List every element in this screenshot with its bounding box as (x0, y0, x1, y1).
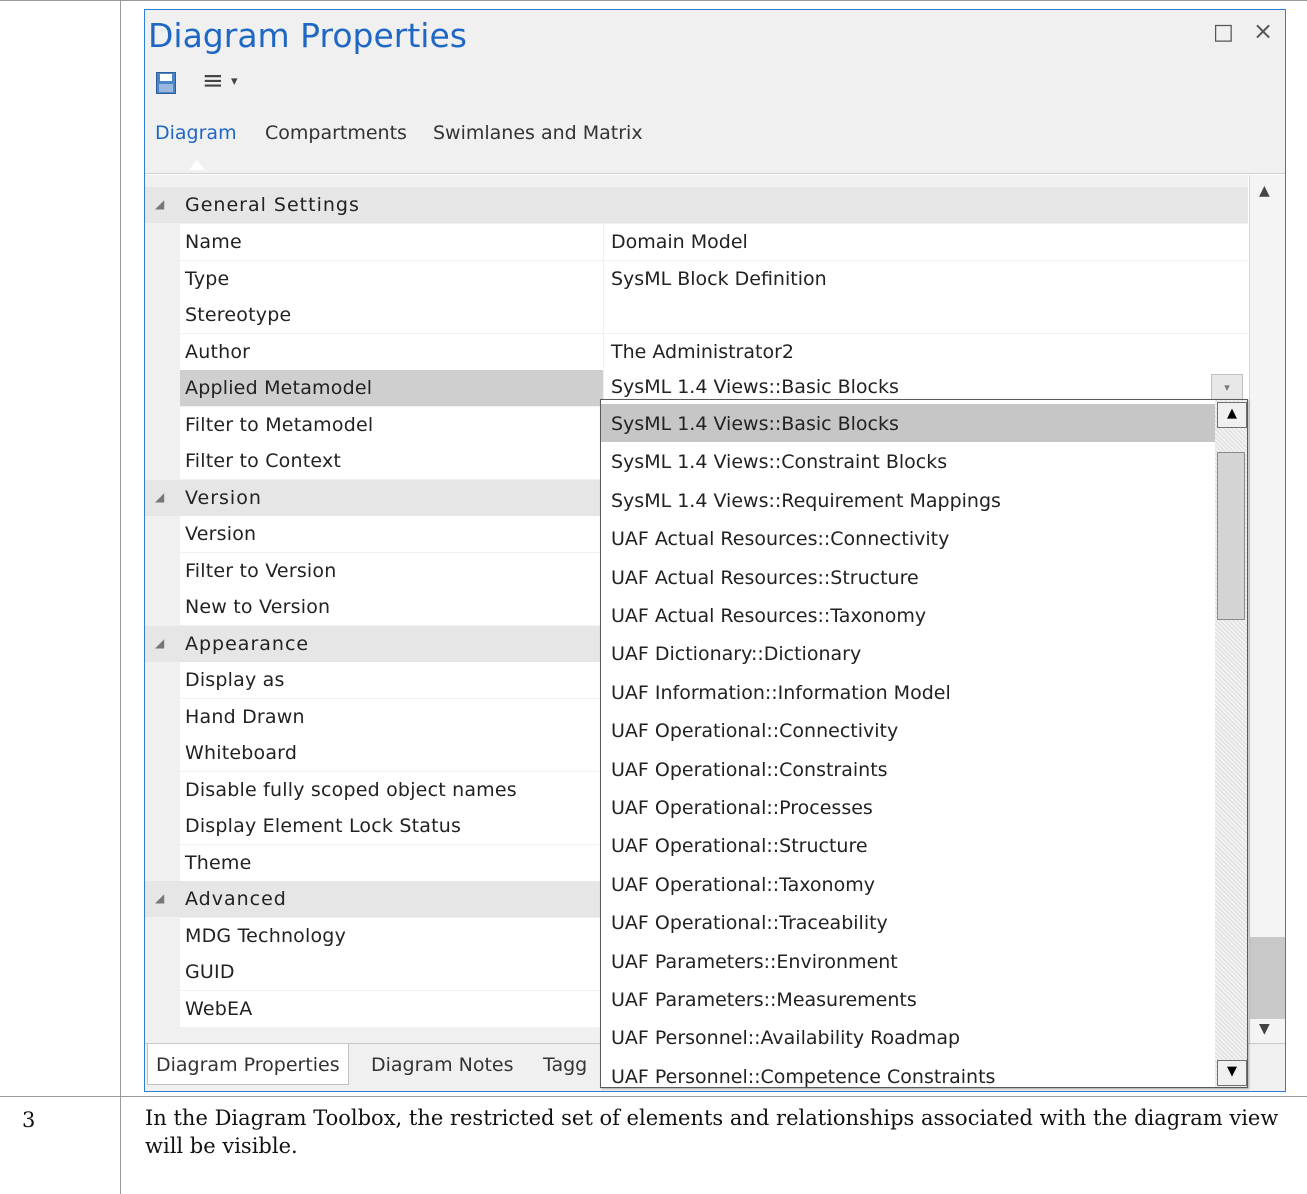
table-border-top (0, 0, 1307, 1)
dropdown-option-label: UAF Dictionary::Dictionary (611, 643, 862, 666)
prop-row-author[interactable]: Author The Administrator2 (145, 334, 1248, 370)
applied-metamodel-select[interactable]: SysML 1.4 Views::Basic Blocks (611, 376, 899, 398)
dropdown-option-label: UAF Operational::Traceability (611, 912, 888, 935)
dropdown-option[interactable]: UAF Parameters::Measurements (601, 980, 1215, 1018)
prop-row-type[interactable]: Type SysML Block Definition (145, 261, 1248, 297)
prop-row-stereotype[interactable]: Stereotype (145, 297, 1248, 333)
tab-swimlanes-matrix[interactable]: Swimlanes and Matrix (433, 122, 643, 144)
prop-value-name[interactable]: Domain Model (611, 231, 748, 253)
dropdown-option-label: UAF Personnel::Competence Constraints (611, 1065, 996, 1088)
dropdown-option-label: UAF Parameters::Measurements (611, 989, 917, 1011)
save-icon[interactable] (156, 72, 176, 94)
tab-diagram[interactable]: Diagram (155, 122, 237, 144)
prop-value-author[interactable]: The Administrator2 (611, 341, 794, 363)
dropdown-option[interactable]: SysML 1.4 Views::Requirement Mappings (601, 481, 1215, 519)
dropdown-option[interactable]: UAF Operational::Taxonomy (601, 865, 1215, 903)
maximize-icon[interactable]: □ (1213, 22, 1234, 44)
dropdown-option-label: UAF Personnel::Availability Roadmap (611, 1027, 961, 1050)
collapse-triangle-icon[interactable]: ◢ (155, 197, 164, 211)
dropdown-option-label: UAF Operational::Taxonomy (611, 873, 875, 896)
step-number: 3 (22, 1108, 36, 1132)
dropdown-option[interactable]: UAF Actual Resources::Taxonomy (601, 596, 1215, 634)
dropdown-option[interactable]: UAF Parameters::Environment (601, 942, 1215, 980)
dropdown-option-label: UAF Actual Resources::Structure (611, 566, 919, 589)
chevron-down-icon[interactable]: ▾ (231, 74, 238, 89)
dropdown-option[interactable]: UAF Operational::Connectivity (601, 711, 1215, 749)
scroll-thumb[interactable] (1217, 452, 1245, 620)
dropdown-option[interactable]: UAF Personnel::Availability Roadmap (601, 1018, 1215, 1056)
dropdown-option[interactable]: UAF Operational::Structure (601, 826, 1215, 864)
collapse-triangle-icon[interactable]: ◢ (155, 891, 164, 905)
dropdown-option-label: UAF Operational::Processes (611, 797, 873, 819)
collapse-triangle-icon[interactable]: ◢ (155, 636, 164, 650)
dropdown-option[interactable]: UAF Operational::Constraints (601, 750, 1215, 788)
dropdown-option-label: UAF Operational::Connectivity (611, 720, 899, 743)
dropdown-option-label: UAF Information::Information Model (611, 681, 951, 704)
dropdown-option[interactable]: UAF Actual Resources::Connectivity (601, 519, 1215, 557)
dropdown-option[interactable]: UAF Dictionary::Dictionary (601, 634, 1215, 672)
scroll-down-icon[interactable]: ▼ (1217, 1060, 1247, 1086)
dropdown-option-label: UAF Actual Resources::Taxonomy (611, 605, 927, 627)
active-tab-pointer (189, 160, 205, 170)
dropdown-option-label: UAF Parameters::Environment (611, 950, 898, 973)
step-description: In the Diagram Toolbox, the restricted s… (145, 1106, 1279, 1158)
dropdown-option[interactable]: SysML 1.4 Views::Constraint Blocks (601, 442, 1215, 480)
tab-diagram-notes[interactable]: Diagram Notes (363, 1044, 522, 1085)
grid-scrollbar[interactable]: ▲ ▼ (1249, 175, 1285, 1043)
dropdown-option-label: UAF Actual Resources::Connectivity (611, 528, 950, 551)
menu-icon[interactable]: ≡ (202, 68, 224, 94)
dropdown-option[interactable]: UAF Actual Resources::Structure (601, 558, 1215, 596)
close-icon[interactable]: × (1253, 19, 1273, 43)
tab-diagram-properties[interactable]: Diagram Properties (147, 1044, 349, 1085)
dropdown-option-label: SysML 1.4 Views::Constraint Blocks (611, 451, 948, 474)
scroll-up-icon[interactable]: ▲ (1217, 402, 1247, 428)
scroll-down-icon[interactable]: ▼ (1259, 1021, 1270, 1037)
scroll-thumb[interactable] (1250, 937, 1285, 1019)
dropdown-option-label: UAF Operational::Constraints (611, 758, 888, 781)
dropdown-option-label: SysML 1.4 Views::Requirement Mappings (611, 489, 1001, 512)
dropdown-option-label: UAF Operational::Structure (611, 835, 868, 858)
prop-row-name[interactable]: Name Domain Model (145, 224, 1248, 260)
dropdown-option[interactable]: UAF Operational::Traceability (601, 903, 1215, 941)
metamodel-dropdown-list[interactable]: SysML 1.4 Views::Basic BlocksSysML 1.4 V… (600, 399, 1248, 1088)
dropdown-option[interactable]: UAF Information::Information Model (601, 673, 1215, 711)
table-row-divider (0, 1096, 1307, 1097)
table-column-divider (120, 0, 121, 1194)
window-title: Diagram Properties (148, 16, 467, 55)
dropdown-option[interactable]: SysML 1.4 Views::Basic Blocks (601, 404, 1215, 442)
prop-value-type[interactable]: SysML Block Definition (611, 268, 827, 290)
tab-compartments[interactable]: Compartments (265, 122, 407, 144)
collapse-triangle-icon[interactable]: ◢ (155, 490, 164, 504)
category-general-settings[interactable]: ◢ General Settings (145, 187, 1248, 223)
tab-tagged-values[interactable]: Tagg (535, 1044, 595, 1085)
dropdown-scrollbar[interactable]: ▲ ▼ (1215, 400, 1247, 1087)
dropdown-arrow-icon[interactable]: ▾ (1211, 374, 1243, 402)
scroll-up-icon[interactable]: ▲ (1259, 183, 1270, 199)
dropdown-option[interactable]: UAF Operational::Processes (601, 788, 1215, 826)
dropdown-option[interactable]: UAF Personnel::Competence Constraints (601, 1057, 1215, 1088)
window-header: Diagram Properties □ × ≡ ▾ (145, 10, 1285, 116)
dropdown-option-label: SysML 1.4 Views::Basic Blocks (611, 413, 899, 435)
tab-bar: Diagram Compartments Swimlanes and Matri… (145, 116, 1285, 174)
